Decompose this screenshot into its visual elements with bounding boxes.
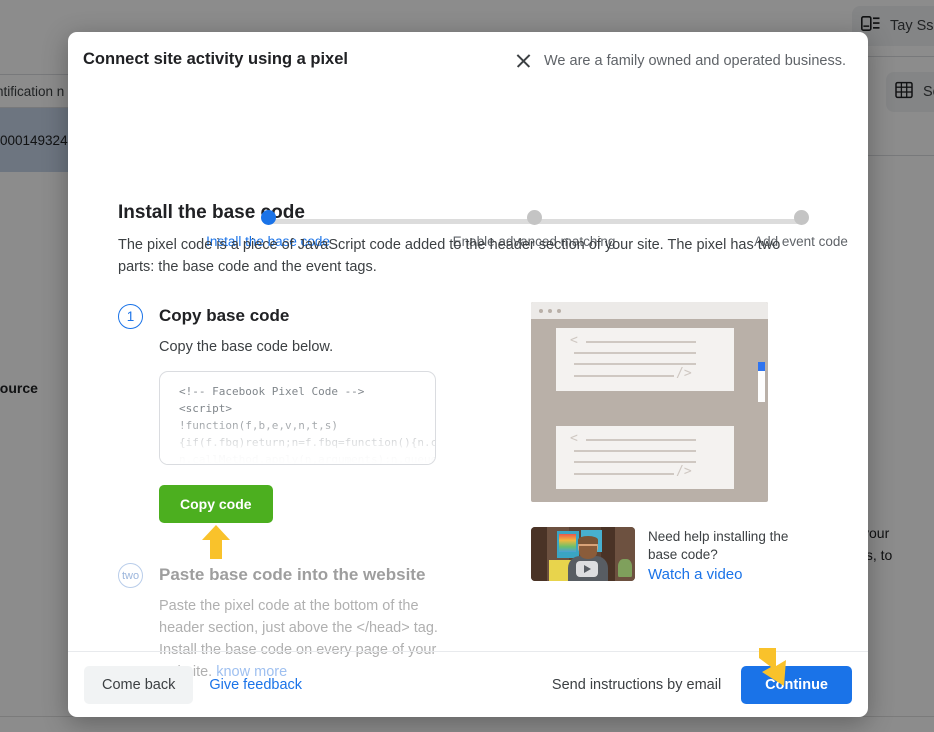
angle-bracket-open-icon: < bbox=[570, 431, 578, 446]
content-columns: 1 Copy base code Copy the base code belo… bbox=[90, 302, 846, 683]
thumb-shelf bbox=[531, 527, 547, 581]
give-feedback-link[interactable]: Give feedback bbox=[209, 677, 302, 693]
step-two-heading: Paste base code into the website bbox=[159, 565, 426, 584]
send-instructions-email-link[interactable]: Send instructions by email bbox=[552, 677, 721, 693]
browser-scrollbar-thumb[interactable] bbox=[758, 362, 765, 371]
stepper-dot-matching bbox=[527, 210, 542, 225]
dialog-header-right: We are a family owned and operated busin… bbox=[515, 52, 846, 69]
step-one-badge: 1 bbox=[118, 304, 143, 329]
video-caption: Need help installing the base code? bbox=[648, 529, 789, 562]
browser-illustration: < /> < /> bbox=[531, 302, 768, 502]
dialog-title: Connect site activity using a pixel bbox=[83, 50, 348, 68]
step-one-block: 1 Copy base code Copy the base code belo… bbox=[118, 302, 513, 559]
left-column: 1 Copy base code Copy the base code belo… bbox=[118, 302, 513, 683]
browser-dot-icon bbox=[548, 308, 552, 313]
browser-dot-icon bbox=[539, 308, 543, 313]
base-code-box[interactable]: <!-- Facebook Pixel Code --> <script> !f… bbox=[159, 371, 436, 465]
code-line bbox=[574, 352, 696, 354]
code-line bbox=[574, 473, 674, 475]
video-help-row: Need help installing the base code? Watc… bbox=[531, 527, 791, 584]
code-line bbox=[586, 439, 696, 441]
stepper-dot-install bbox=[261, 210, 276, 225]
play-button-icon[interactable] bbox=[576, 561, 598, 577]
code-line bbox=[586, 341, 696, 343]
thumb-person-hair bbox=[578, 536, 598, 544]
dialog-header: Connect site activity using a pixel We a… bbox=[68, 32, 868, 94]
section-description: The pixel code is a piece of JavaScript … bbox=[118, 237, 781, 275]
browser-code-card: < /> bbox=[556, 328, 734, 391]
close-icon[interactable] bbox=[515, 52, 532, 69]
highlight-arrow-up-icon bbox=[202, 525, 230, 559]
browser-illustration-titlebar bbox=[531, 302, 768, 319]
right-column: < /> < /> Need help installing the base … bbox=[531, 302, 791, 683]
dialog-footer: Come back Give feedback Send instruction… bbox=[68, 651, 868, 717]
step-one-heading: Copy base code bbox=[159, 306, 290, 325]
video-text-block: Need help installing the base code? Watc… bbox=[648, 527, 791, 584]
angle-bracket-open-icon: < bbox=[570, 333, 578, 348]
copy-code-button[interactable]: Copy code bbox=[159, 485, 273, 523]
watch-video-link[interactable]: Watch a video bbox=[648, 566, 743, 583]
progress-stepper: Install the base code Enable advanced ma… bbox=[68, 122, 868, 249]
come-back-button[interactable]: Come back bbox=[84, 665, 194, 704]
highlight-arrow-down-icon bbox=[759, 648, 786, 686]
code-line bbox=[574, 375, 674, 377]
thumb-poster-inner bbox=[559, 534, 576, 552]
code-line bbox=[574, 461, 696, 463]
code-line bbox=[574, 363, 696, 365]
browser-code-card: < /> bbox=[556, 426, 734, 489]
video-thumbnail[interactable] bbox=[531, 527, 635, 581]
angle-bracket-close-icon: /> bbox=[676, 366, 692, 381]
code-line bbox=[574, 450, 696, 452]
copy-code-wrap: Copy code bbox=[159, 485, 439, 559]
angle-bracket-close-icon: /> bbox=[676, 464, 692, 479]
pixel-setup-dialog: Connect site activity using a pixel We a… bbox=[68, 32, 868, 717]
section-title: Install the base code bbox=[118, 202, 305, 223]
step-one-sub: Copy the base code below. bbox=[159, 339, 334, 355]
thumb-person-beard bbox=[579, 546, 597, 559]
stepper-dot-event bbox=[794, 210, 809, 225]
base-code-text: <!-- Facebook Pixel Code --> <script> !f… bbox=[179, 385, 436, 465]
thumb-plant bbox=[618, 559, 632, 577]
browser-dot-icon bbox=[557, 308, 561, 313]
header-note: We are a family owned and operated busin… bbox=[544, 52, 846, 69]
step-two-badge: two bbox=[118, 563, 143, 588]
dialog-body: Install the base code The pixel code is … bbox=[68, 202, 868, 683]
